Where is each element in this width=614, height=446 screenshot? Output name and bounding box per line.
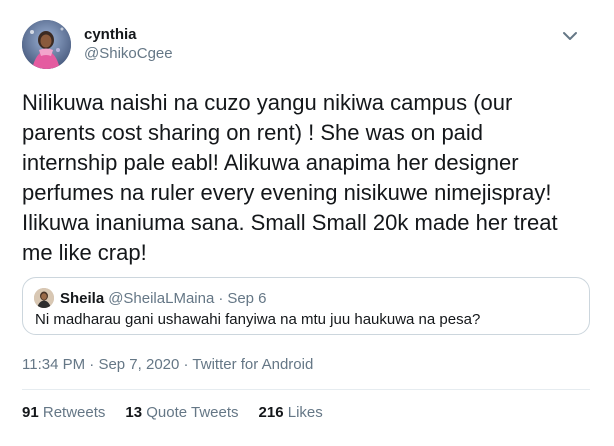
author-handle[interactable]: @ShikoCgee [84, 44, 173, 64]
quoted-avatar [34, 288, 54, 308]
quoted-handle: @SheilaLMaina [108, 289, 215, 307]
tweet-date[interactable]: Sep 7, 2020 [98, 356, 179, 373]
likes-label: Likes [287, 404, 323, 421]
tweet-time[interactable]: 11:34 PM [22, 356, 85, 373]
quoted-date: Sep 6 [227, 289, 267, 307]
author-display-name[interactable]: cynthia [84, 26, 173, 44]
tweet-text: Nilikuwa naishi na cuzo yangu nikiwa cam… [22, 90, 558, 265]
retweets-label: Retweets [42, 404, 106, 421]
meta-separator: · [85, 356, 99, 373]
likes-count: 216 [258, 404, 284, 421]
likes-stat[interactable]: 216 Likes [259, 403, 323, 423]
quoted-tweet[interactable]: Sheila @SheilaLMaina · Sep 6 Ni madharau… [22, 277, 590, 335]
tweet-source[interactable]: Twitter for Android [192, 356, 313, 373]
quoted-text: Ni madharau gani ushawahi fanyiwa na mtu… [35, 311, 481, 328]
tweet-header: cynthia @ShikoCgee [22, 20, 582, 72]
tweet-card: cynthia @ShikoCgee Nilikuwa naishi na cu… [0, 0, 614, 446]
meta-separator: · [179, 356, 193, 373]
author-names: cynthia @ShikoCgee [84, 26, 173, 64]
quote-tweets-count: 13 [125, 404, 143, 421]
quoted-display-name: Sheila [60, 289, 105, 307]
avatar[interactable] [22, 20, 71, 69]
retweets-stat[interactable]: 91 Retweets [22, 403, 105, 423]
chevron-down-icon[interactable] [558, 24, 582, 48]
quote-tweets-stat[interactable]: 13 Quote Tweets [125, 403, 238, 423]
retweets-count: 91 [22, 404, 39, 421]
quote-tweets-label: Quote Tweets [146, 404, 239, 421]
quoted-separator: · [218, 289, 224, 307]
quoted-tweet-header: Sheila @SheilaLMaina · Sep 6 [34, 288, 267, 308]
tweet-meta: 11:34 PM · Sep 7, 2020 · Twitter for And… [22, 355, 313, 375]
divider [22, 389, 590, 390]
tweet-stats: 91 Retweets 13 Quote Tweets 216 Likes [22, 403, 343, 423]
